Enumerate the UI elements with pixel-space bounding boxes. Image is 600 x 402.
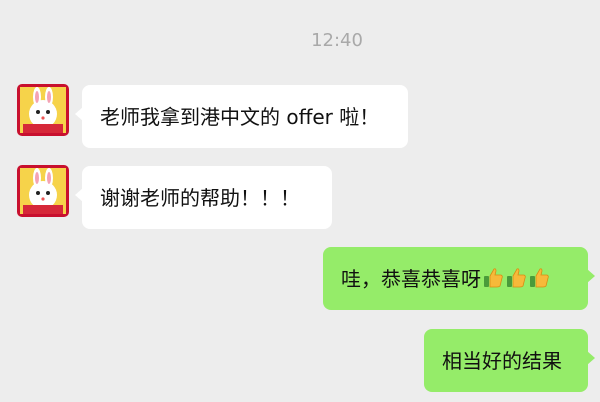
- thumbs-up-icon: [530, 268, 549, 288]
- thumbs-up-icon: [484, 268, 503, 288]
- chat-window: 12:40 老师我拿到港中文的 offer 啦！ 谢谢老师的帮助！！！ 哇，恭喜…: [0, 0, 600, 402]
- rabbit-avatar-icon: [17, 165, 69, 217]
- sender-avatar[interactable]: [17, 84, 69, 136]
- rabbit-avatar-icon: [17, 84, 69, 136]
- message-timestamp: 12:40: [311, 30, 363, 51]
- received-message-bubble[interactable]: 谢谢老师的帮助！！！: [75, 166, 332, 229]
- sent-message-text: 哇，恭喜恭喜呀: [341, 267, 481, 291]
- sender-avatar[interactable]: [17, 165, 69, 217]
- sent-message-bubble[interactable]: 哇，恭喜恭喜呀: [323, 247, 595, 310]
- received-message-bubble[interactable]: 老师我拿到港中文的 offer 啦！: [75, 85, 408, 148]
- sent-message-bubble[interactable]: 相当好的结果: [424, 329, 595, 392]
- thumbs-up-icon: [507, 268, 526, 288]
